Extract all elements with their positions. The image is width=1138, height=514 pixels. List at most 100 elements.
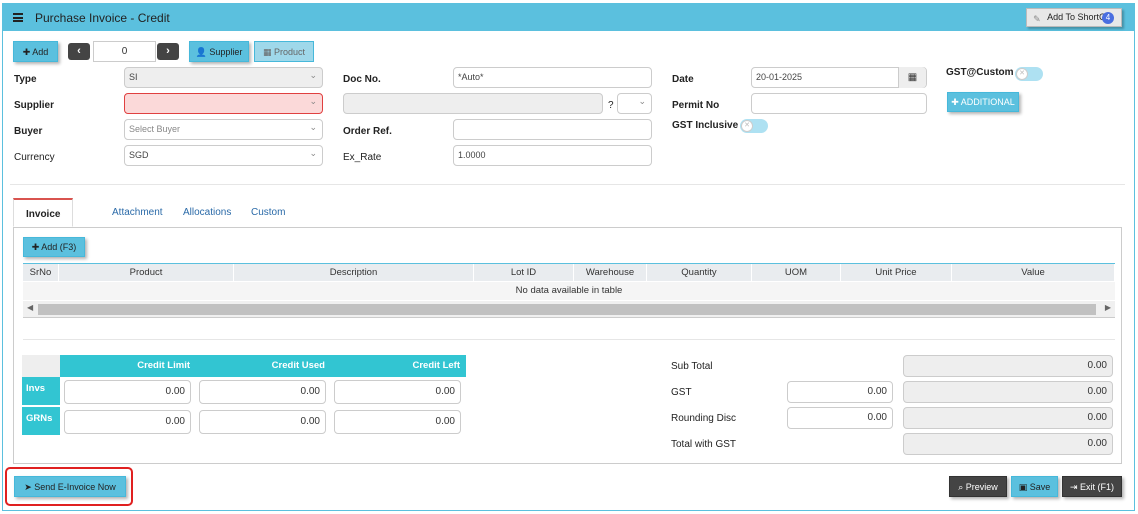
calendar-icon[interactable]: ▦ <box>898 67 926 88</box>
section-divider <box>10 184 1125 185</box>
tab-custom[interactable]: Custom <box>251 198 285 227</box>
additional-label: ADDITIONAL <box>960 97 1015 107</box>
column-header-quantity[interactable]: Quantity <box>647 264 752 282</box>
add-line-label: Add (F3) <box>41 242 77 252</box>
total-with-gst-value: 0.00 <box>903 433 1113 455</box>
scrollbar-thumb[interactable] <box>38 304 1096 315</box>
gst-custom-toggle[interactable]: ✕ <box>1015 67 1043 81</box>
exrate-input[interactable]: 1.0000 <box>453 145 652 166</box>
tab-invoice-detail[interactable]: Invoice Detail <box>13 198 74 249</box>
add-to-shortcut-button[interactable]: ✎ Add To ShortCut 4 <box>1026 8 1122 27</box>
column-header-value[interactable]: Value <box>952 264 1115 282</box>
tab-allocations[interactable]: Allocations <box>183 198 231 227</box>
grid-header: SrNo Product Description Lot ID Warehous… <box>23 263 1115 282</box>
send-einvoice-button[interactable]: ➤ Send E-Invoice Now <box>14 476 126 497</box>
grns-credit-used[interactable]: 0.00 <box>199 410 326 434</box>
supplier-name-input[interactable] <box>343 93 603 114</box>
gst-input[interactable]: 0.00 <box>787 381 893 403</box>
docno-label: Doc No. <box>343 74 381 85</box>
currency-label: Currency <box>14 152 55 163</box>
exrate-label: Ex_Rate <box>343 152 382 163</box>
rounding-value: 0.00 <box>903 407 1113 429</box>
buyer-label: Buyer <box>14 126 43 137</box>
column-header-warehouse[interactable]: Warehouse <box>574 264 647 282</box>
add-line-button[interactable]: ✚ Add (F3) <box>23 237 85 257</box>
type-select[interactable]: SI <box>124 66 323 88</box>
column-header-srno[interactable]: SrNo <box>23 264 59 282</box>
date-value: 20-01-2025 <box>756 72 803 82</box>
gst-value: 0.00 <box>903 381 1113 403</box>
orderref-label: Order Ref. <box>343 126 392 137</box>
docno-input[interactable]: *Auto* <box>453 67 652 88</box>
save-label: Save <box>1029 482 1051 492</box>
scroll-right-icon[interactable]: ▶ <box>1105 303 1111 312</box>
chevron-left-icon: ‹ <box>77 45 81 57</box>
product-button[interactable]: ▦ Product <box>254 41 314 62</box>
grns-credit-left[interactable]: 0.00 <box>334 410 461 434</box>
gst-custom-label: GST@Custom <box>946 67 1014 78</box>
grns-credit-limit[interactable]: 0.00 <box>64 410 191 434</box>
invs-credit-used[interactable]: 0.00 <box>199 380 326 404</box>
floppy-icon: ▣ <box>1018 482 1028 492</box>
plus-icon: ✚ <box>31 242 40 252</box>
column-header-uom[interactable]: UOM <box>752 264 841 282</box>
panel-divider <box>23 339 1115 340</box>
column-header-lot-id[interactable]: Lot ID <box>474 264 574 282</box>
column-header-unit-price[interactable]: Unit Price <box>841 264 952 282</box>
date-label: Date <box>672 74 694 85</box>
invs-credit-limit[interactable]: 0.00 <box>64 380 191 404</box>
shortcut-count-badge: 4 <box>1102 12 1114 24</box>
buyer-placeholder: Select Buyer <box>129 124 181 134</box>
add-label: Add <box>32 47 49 57</box>
orderref-input[interactable] <box>453 119 652 140</box>
gst-label: GST <box>671 387 692 398</box>
supplier-button-label: Supplier <box>209 47 243 57</box>
grid-icon: ▦ <box>262 47 272 57</box>
credit-left-header: Credit Left <box>331 355 466 377</box>
grid-empty-message: No data available in table <box>23 282 1115 300</box>
date-input[interactable]: 20-01-2025 ▦ <box>751 67 927 88</box>
add-button[interactable]: ✚ Add <box>13 41 58 62</box>
gst-inclusive-toggle[interactable]: ✕ <box>740 119 768 133</box>
send-einvoice-label: Send E-Invoice Now <box>34 482 116 492</box>
next-record-button[interactable]: › <box>157 43 179 60</box>
invs-credit-left[interactable]: 0.00 <box>334 380 461 404</box>
horizontal-scrollbar[interactable]: ◀ ▶ <box>23 301 1115 318</box>
supplier-select[interactable] <box>124 92 323 114</box>
preview-button[interactable]: ⌕ Preview <box>949 476 1007 497</box>
plus-icon: ✚ <box>22 47 31 57</box>
send-icon: ➤ <box>24 482 32 492</box>
exit-icon: ⇥ <box>1069 482 1078 492</box>
title-bar: Purchase Invoice - Credit ✎ Add To Short… <box>3 4 1134 31</box>
toggle-knob-icon: ✕ <box>741 120 753 132</box>
page-title: Purchase Invoice - Credit <box>35 11 170 25</box>
permit-label: Permit No <box>672 100 720 111</box>
tab-attachment[interactable]: Attachment <box>112 198 163 227</box>
grns-row-label: GRNs <box>22 407 60 435</box>
preview-label: Preview <box>965 482 998 492</box>
permit-input[interactable] <box>751 93 927 114</box>
total-with-gst-label: Total with GST <box>671 439 737 450</box>
record-counter-input[interactable]: 0 <box>93 41 156 62</box>
type-label: Type <box>14 74 37 85</box>
supplier-label: Supplier <box>14 100 55 111</box>
currency-select[interactable]: SGD <box>124 144 323 166</box>
save-button[interactable]: ▣ Save <box>1011 476 1058 497</box>
buyer-select[interactable]: Select Buyer <box>124 118 323 140</box>
additional-button[interactable]: ✚ ADDITIONAL <box>947 92 1019 112</box>
subtotal-label: Sub Total <box>671 361 713 372</box>
column-header-description[interactable]: Description <box>234 264 474 282</box>
user-icon: 👤 <box>195 47 207 57</box>
invs-row-label: Invs <box>22 377 60 405</box>
exit-button[interactable]: ⇥ Exit (F1) <box>1062 476 1122 497</box>
prev-record-button[interactable]: ‹ <box>68 43 90 60</box>
scroll-left-icon[interactable]: ◀ <box>27 303 33 312</box>
subtotal-value: 0.00 <box>903 355 1113 377</box>
supplier-button[interactable]: 👤 Supplier <box>189 41 249 62</box>
gst-inclusive-label: GST Inclusive <box>672 120 739 131</box>
rounding-input[interactable]: 0.00 <box>787 407 893 429</box>
hamburger-menu-icon[interactable] <box>13 13 23 22</box>
credit-used-header: Credit Used <box>196 355 331 377</box>
column-header-product[interactable]: Product <box>59 264 234 282</box>
supplier-extra-select[interactable] <box>617 92 652 114</box>
